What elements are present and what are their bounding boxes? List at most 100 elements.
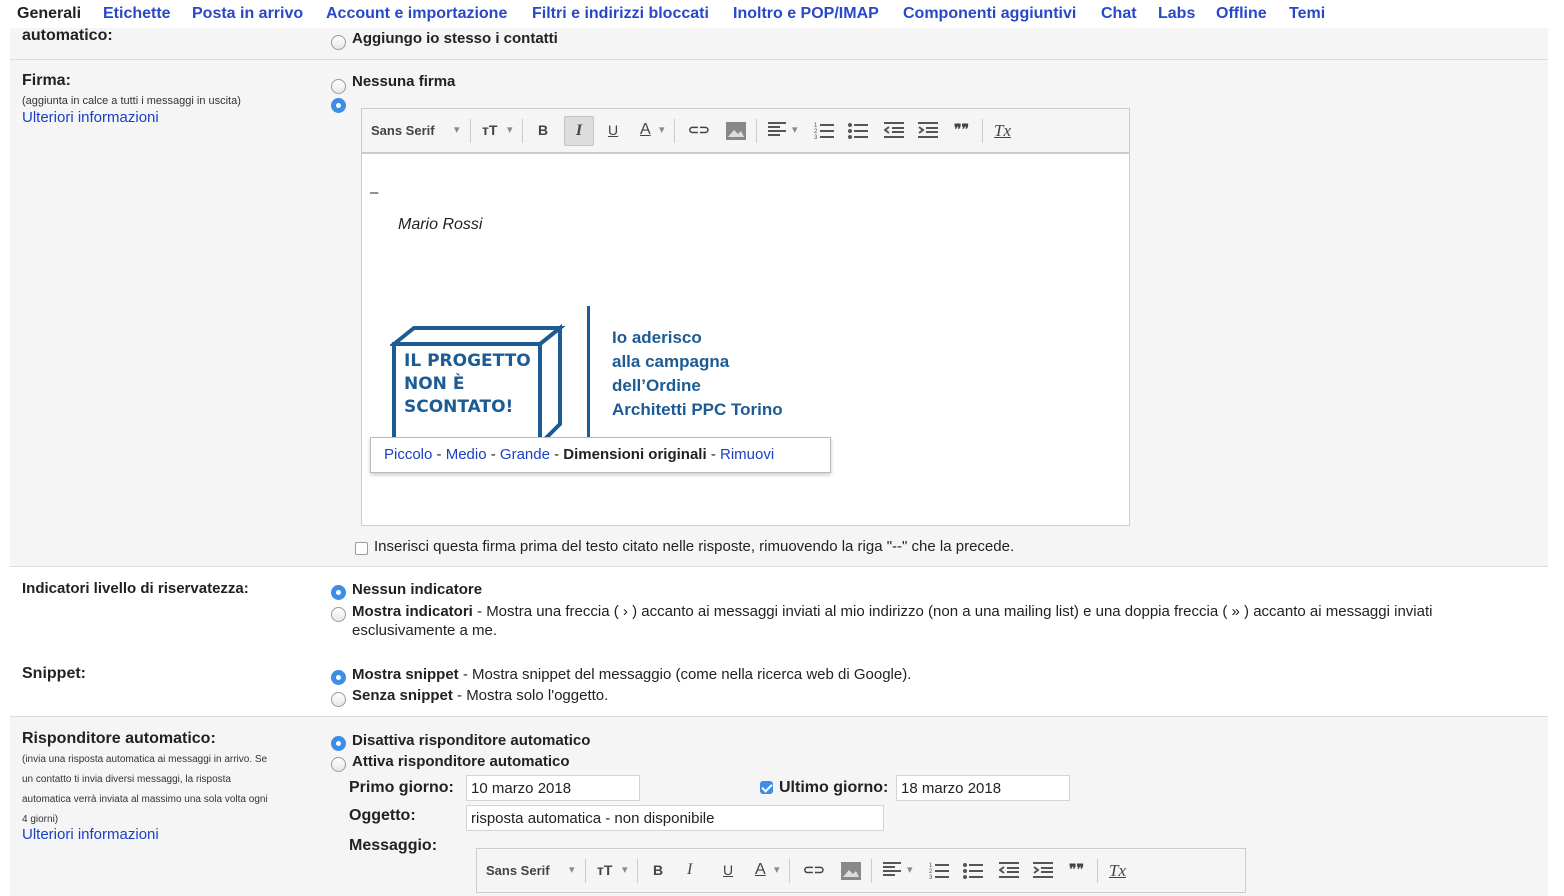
remove-image-link[interactable]: Rimuovi <box>720 446 774 463</box>
no-signature-radio[interactable] <box>331 79 346 94</box>
tab-chat[interactable]: Chat <box>1101 5 1137 23</box>
no-indicator-radio[interactable] <box>331 585 346 600</box>
last-day-checkbox[interactable] <box>760 781 773 794</box>
font-chevron-icon: ▾ <box>569 864 575 876</box>
numbered-list-icon[interactable]: 123 <box>814 121 834 142</box>
signature-name: Mario Rossi <box>398 216 483 233</box>
align-icon[interactable] <box>768 121 786 140</box>
clear-formatting-icon[interactable]: Tx <box>1109 861 1126 881</box>
tab-inoltro-pop-imap[interactable]: Inoltro e POP/IMAP <box>733 5 879 23</box>
toolbar-divider <box>1097 859 1098 883</box>
tab-componenti[interactable]: Componenti aggiuntivi <box>903 5 1076 23</box>
link-icon[interactable]: ⊂⊃ <box>688 122 710 138</box>
font-size-icon[interactable]: тT <box>482 122 497 138</box>
autoreply-off-option: Disattiva risponditore automatico <box>352 732 591 749</box>
logo-side-text: Io aderisco alla campagna dell’Ordine Ar… <box>612 328 783 419</box>
insert-before-quote-checkbox[interactable] <box>355 542 368 555</box>
tab-filtri[interactable]: Filtri e indirizzi bloccati <box>532 5 709 23</box>
resize-large-link[interactable]: Grande <box>500 446 550 463</box>
subject-input[interactable]: risposta automatica - non disponibile <box>466 805 884 831</box>
resize-medium-link[interactable]: Medio <box>446 446 487 463</box>
custom-signature-radio[interactable] <box>331 98 346 113</box>
autoreply-sublabel: (invia una risposta automatica ai messag… <box>22 754 268 825</box>
image-resize-popup: Piccolo - Medio - Grande - Dimensioni or… <box>370 437 831 473</box>
text-color-button[interactable]: A <box>640 121 651 139</box>
image-icon[interactable] <box>726 122 746 143</box>
autoreply-on-option: Attiva risponditore automatico <box>352 753 570 770</box>
italic-button[interactable]: I <box>564 116 594 146</box>
signature-more-link[interactable]: Ulteriori informazioni <box>22 109 159 126</box>
toolbar-divider <box>637 859 638 883</box>
text-color-button[interactable]: A <box>755 861 766 879</box>
align-icon[interactable] <box>883 861 901 880</box>
toolbar-divider <box>756 119 757 143</box>
last-day-label: Ultimo giorno: <box>779 779 889 796</box>
outdent-icon[interactable] <box>998 861 1019 882</box>
toolbar-divider <box>585 859 586 883</box>
show-indicators-radio[interactable] <box>331 607 346 622</box>
numbered-list-icon[interactable]: 123 <box>929 861 949 882</box>
toolbar-divider <box>470 119 471 143</box>
bold-button[interactable]: B <box>538 122 548 138</box>
autocontacts-manual-radio[interactable] <box>331 35 346 50</box>
italic-button[interactable]: I <box>687 861 692 879</box>
bulleted-list-icon[interactable] <box>963 861 983 882</box>
autoreply-on-radio[interactable] <box>331 757 346 772</box>
underline-button[interactable]: U <box>723 862 733 878</box>
color-chevron-icon: ▾ <box>659 124 665 136</box>
tab-posta-in-arrivo[interactable]: Posta in arrivo <box>192 5 303 23</box>
svg-text:3: 3 <box>929 875 933 879</box>
signature-logo-image[interactable]: IL PROGETTO NON È SCONTATO! Io aderisco … <box>390 304 850 444</box>
autoreply-more-link[interactable]: Ulteriori informazioni <box>22 826 159 843</box>
tab-generali[interactable]: Generali <box>17 5 81 23</box>
align-chevron-icon: ▾ <box>907 864 913 876</box>
clear-formatting-icon[interactable]: Tx <box>994 121 1011 141</box>
insert-before-quote-label: Inserisci questa firma prima del testo c… <box>374 538 1015 555</box>
snippet-label: Snippet: <box>22 665 86 682</box>
quote-icon[interactable]: ❞❞ <box>1069 861 1084 878</box>
quote-icon[interactable]: ❞❞ <box>954 121 969 138</box>
tab-offline[interactable]: Offline <box>1216 5 1267 23</box>
signature-label: Firma: <box>22 72 71 89</box>
image-icon[interactable] <box>841 862 861 883</box>
signature-sublabel: (aggiunta in calce a tutti i messaggi in… <box>22 95 241 107</box>
first-day-input[interactable]: 10 marzo 2018 <box>466 775 640 801</box>
link-icon[interactable]: ⊂⊃ <box>803 862 825 878</box>
no-signature-option: Nessuna firma <box>352 73 456 90</box>
tab-account-importazione[interactable]: Account e importazione <box>326 5 507 23</box>
no-snippet-option: Senza snippet - Mostra solo l'oggetto. <box>352 687 609 704</box>
autocontacts-label: automatico: <box>22 27 113 44</box>
bulleted-list-icon[interactable] <box>848 121 868 142</box>
toolbar-divider <box>982 119 983 143</box>
autoreply-off-radio[interactable] <box>331 736 346 751</box>
signature-editor[interactable]: – Mario Rossi IL PROGETTO NON È SCONTATO… <box>361 153 1130 526</box>
toolbar-divider <box>789 859 790 883</box>
last-day-input[interactable]: 18 marzo 2018 <box>896 775 1070 801</box>
underline-button[interactable]: U <box>608 122 618 138</box>
tab-etichette[interactable]: Etichette <box>103 5 171 23</box>
font-size-icon[interactable]: тT <box>597 862 612 878</box>
align-chevron-icon: ▾ <box>792 124 798 136</box>
tab-labs[interactable]: Labs <box>1158 5 1195 23</box>
font-family-select[interactable]: Sans Serif <box>486 863 550 878</box>
resize-original-option[interactable]: Dimensioni originali <box>563 446 706 463</box>
logo-box-text: IL PROGETTO NON È SCONTATO! <box>404 351 531 417</box>
row-autocontacts <box>10 28 1548 59</box>
tab-temi[interactable]: Temi <box>1289 5 1325 23</box>
no-snippet-radio[interactable] <box>331 692 346 707</box>
indent-icon[interactable] <box>918 121 938 142</box>
message-label: Messaggio: <box>349 837 438 854</box>
outdent-icon[interactable] <box>883 121 904 142</box>
autoreply-label: Risponditore automatico: <box>22 730 216 747</box>
subject-label: Oggetto: <box>349 807 416 824</box>
resize-small-link[interactable]: Piccolo <box>384 446 432 463</box>
indent-icon[interactable] <box>1033 861 1053 882</box>
autocontacts-manual-option: Aggiungo io stesso i contatti <box>352 30 558 47</box>
toolbar-divider <box>674 119 675 143</box>
message-toolbar: Sans Serif ▾ тT ▾ B I U A ▾ ⊂⊃ ▾ 123 ❞❞ … <box>476 848 1246 893</box>
size-chevron-icon: ▾ <box>507 124 513 136</box>
bold-button[interactable]: B <box>653 862 663 878</box>
show-snippet-radio[interactable] <box>331 670 346 685</box>
font-family-select[interactable]: Sans Serif <box>371 123 435 138</box>
font-chevron-icon: ▾ <box>454 124 460 136</box>
